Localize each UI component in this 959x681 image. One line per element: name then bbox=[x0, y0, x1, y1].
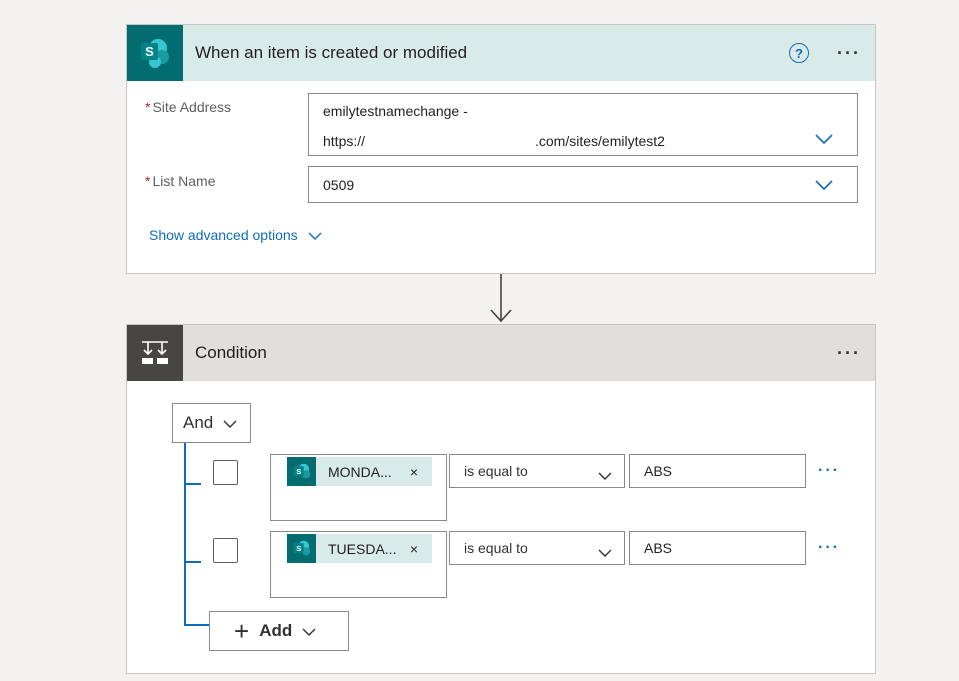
trigger-card: S When an item is created or modified ? … bbox=[126, 24, 876, 274]
row-checkbox[interactable] bbox=[213, 460, 238, 485]
sharepoint-icon: S bbox=[127, 25, 183, 81]
operator-label: is equal to bbox=[464, 540, 528, 556]
tree-branch-line bbox=[184, 483, 201, 485]
show-advanced-options-link[interactable]: Show advanced options bbox=[149, 227, 322, 243]
condition-left-operand[interactable]: S MONDA... × bbox=[270, 454, 447, 521]
tree-branch-line bbox=[184, 624, 210, 626]
list-name-dropdown[interactable]: 0509 bbox=[308, 166, 858, 203]
sharepoint-icon: S bbox=[287, 457, 316, 486]
list-name-value: 0509 bbox=[323, 177, 355, 193]
chevron-down-icon bbox=[308, 227, 322, 243]
group-operator-label: And bbox=[183, 413, 214, 432]
required-mark: * bbox=[145, 99, 151, 115]
chevron-down-icon[interactable] bbox=[815, 134, 833, 144]
dynamic-content-token[interactable]: S TUESDA... × bbox=[287, 534, 432, 563]
row-more-icon[interactable]: ··· bbox=[818, 462, 840, 480]
token-label: MONDA... bbox=[328, 463, 392, 480]
sharepoint-icon: S bbox=[287, 534, 316, 563]
close-icon[interactable]: × bbox=[410, 464, 418, 480]
site-address-dropdown[interactable]: emilytestnamechange - https:// .com/site… bbox=[308, 93, 858, 156]
trigger-header[interactable]: S When an item is created or modified ? … bbox=[127, 25, 875, 81]
site-address-line2-prefix: https:// bbox=[323, 133, 366, 149]
close-icon[interactable]: × bbox=[410, 541, 418, 557]
list-name-label: * List Name bbox=[145, 173, 215, 189]
plus-icon: + bbox=[234, 616, 250, 646]
site-address-label: * Site Address bbox=[145, 99, 231, 115]
condition-icon bbox=[127, 325, 183, 381]
add-label: Add bbox=[259, 621, 293, 640]
operator-dropdown[interactable]: is equal to bbox=[449, 531, 625, 565]
down-arrow-icon bbox=[489, 274, 513, 324]
condition-value-input[interactable]: ABS bbox=[629, 454, 806, 488]
chevron-down-icon bbox=[598, 544, 612, 560]
row-more-icon[interactable]: ··· bbox=[818, 539, 840, 557]
tree-vertical-line bbox=[184, 443, 186, 624]
flow-designer-canvas: S When an item is created or modified ? … bbox=[0, 0, 959, 681]
show-advanced-options-text: Show advanced options bbox=[149, 227, 298, 243]
condition-more-icon[interactable]: ··· bbox=[837, 343, 861, 364]
site-address-line1: emilytestnamechange - bbox=[323, 103, 468, 119]
tree-branch-line bbox=[184, 561, 201, 563]
help-icon[interactable]: ? bbox=[789, 43, 810, 63]
svg-text:S: S bbox=[145, 44, 154, 59]
list-name-label-text: List Name bbox=[152, 173, 216, 189]
dynamic-content-token[interactable]: S MONDA... × bbox=[287, 457, 432, 486]
chevron-down-icon bbox=[223, 413, 237, 433]
chevron-down-icon bbox=[598, 467, 612, 483]
site-address-line2-suffix: .com/sites/emilytest2 bbox=[535, 133, 665, 149]
group-operator-dropdown[interactable]: And bbox=[172, 403, 251, 443]
chevron-down-icon[interactable] bbox=[815, 180, 833, 190]
operator-dropdown[interactable]: is equal to bbox=[449, 454, 625, 488]
trigger-more-icon[interactable]: ··· bbox=[837, 43, 861, 64]
condition-value-input[interactable]: ABS bbox=[629, 531, 806, 565]
condition-header[interactable]: Condition ··· bbox=[127, 325, 875, 381]
site-address-label-text: Site Address bbox=[152, 99, 232, 115]
add-button[interactable]: + Add bbox=[209, 611, 349, 651]
condition-title: Condition bbox=[195, 343, 267, 362]
required-mark: * bbox=[145, 173, 151, 189]
trigger-title: When an item is created or modified bbox=[195, 43, 468, 62]
condition-left-operand[interactable]: S TUESDA... × bbox=[270, 531, 447, 598]
row-checkbox[interactable] bbox=[213, 538, 238, 563]
svg-text:S: S bbox=[296, 466, 301, 475]
condition-card: Condition ··· And S MONDA... × is equal … bbox=[126, 324, 876, 674]
operator-label: is equal to bbox=[464, 463, 528, 479]
svg-text:S: S bbox=[296, 543, 301, 552]
chevron-down-icon bbox=[302, 621, 316, 641]
token-label: TUESDA... bbox=[328, 540, 397, 557]
